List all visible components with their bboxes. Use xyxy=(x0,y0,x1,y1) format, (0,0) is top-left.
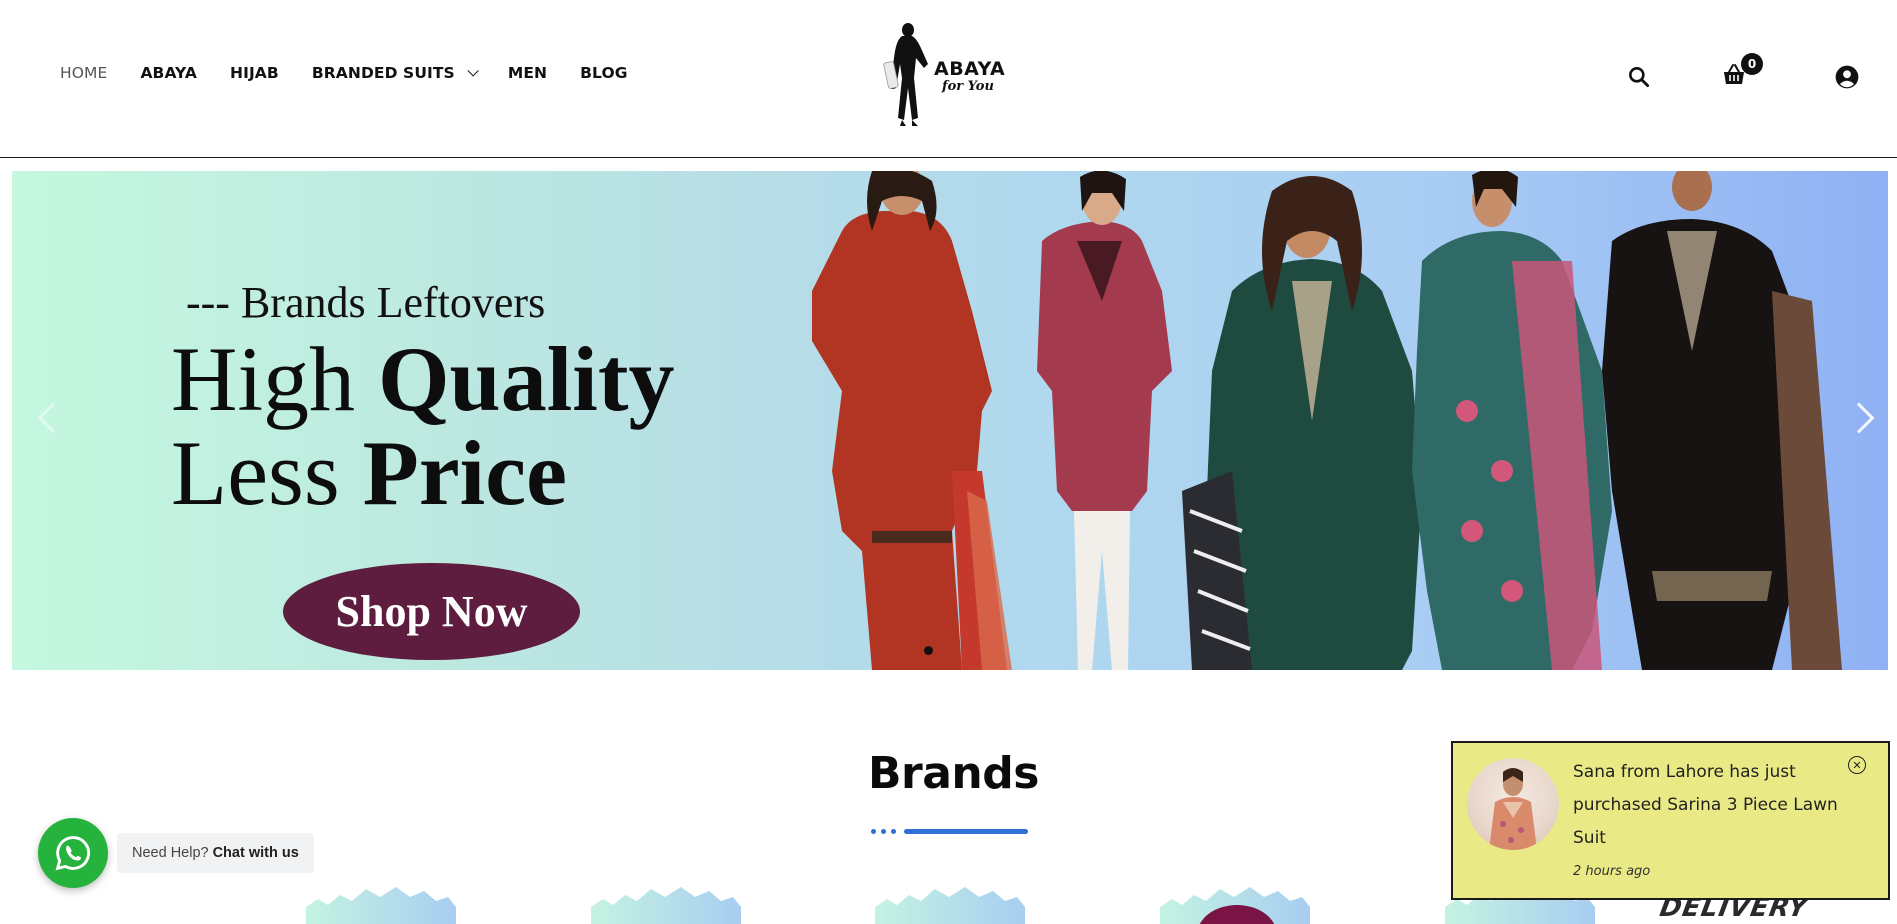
brand-badge[interactable] xyxy=(591,885,741,924)
nav-item-men[interactable]: MEN xyxy=(508,64,547,82)
brand-badge[interactable] xyxy=(1160,885,1310,924)
nav-item-branded-suits[interactable]: BRANDED SUITS xyxy=(311,64,479,82)
model-figure xyxy=(1602,171,1842,670)
chevron-down-icon xyxy=(467,65,479,77)
model-figure xyxy=(812,171,1012,670)
brand-badge[interactable] xyxy=(306,885,456,924)
nav-item-hijab[interactable]: HIJAB xyxy=(230,64,279,82)
chat-label: Chat with us xyxy=(212,845,299,861)
close-icon[interactable]: ✕ xyxy=(1848,756,1866,774)
user-circle-icon[interactable] xyxy=(1834,64,1860,90)
main-nav: HOME ABAYA HIJAB BRANDED SUITS MEN BLOG xyxy=(60,64,661,82)
logo-text: ABAYA xyxy=(934,58,1006,80)
brands-heading-divider xyxy=(871,829,1028,834)
brands-heading: Brands xyxy=(868,748,1039,799)
notification-message: Sana from Lahore has just purchased Sari… xyxy=(1573,762,1838,848)
hero-title-emphasis: Price xyxy=(362,422,567,524)
divider-bar xyxy=(904,829,1028,834)
nav-item-label: BRANDED SUITS xyxy=(311,64,455,82)
nav-item-label: BLOG xyxy=(580,64,628,82)
nav-item-label: ABAYA xyxy=(140,64,197,82)
whatsapp-button[interactable] xyxy=(38,818,108,888)
nav-item-home[interactable]: HOME xyxy=(60,64,107,82)
slider-dot[interactable] xyxy=(924,646,933,655)
divider-dot xyxy=(891,829,896,834)
whatsapp-icon xyxy=(55,836,90,871)
model-figure xyxy=(1037,171,1172,670)
chat-with-us-link[interactable]: Need Help? Chat with us xyxy=(117,833,314,873)
nav-item-label: HOME xyxy=(60,64,108,82)
divider-dot xyxy=(881,829,886,834)
brand-badge[interactable] xyxy=(875,885,1025,924)
model-figure xyxy=(1412,171,1612,670)
nav-item-abaya[interactable]: ABAYA xyxy=(140,64,197,82)
nav-item-label: HIJAB xyxy=(230,64,279,82)
notification-time: 2 hours ago xyxy=(1573,864,1651,879)
shop-now-button[interactable]: Shop Now xyxy=(283,563,580,660)
hero-models-image xyxy=(812,171,1842,670)
hero-title-text: High xyxy=(171,328,378,430)
hero-subtitle: --- Brands Leftovers xyxy=(186,278,546,327)
hero-title-line2: Less Price xyxy=(171,427,567,519)
hero-slider: --- Brands Leftovers High Quality Less P… xyxy=(12,171,1888,670)
nav-item-label: MEN xyxy=(507,64,548,82)
product-model-image xyxy=(1489,768,1537,850)
hero-title-emphasis: Quality xyxy=(378,328,675,430)
search-icon[interactable] xyxy=(1626,64,1652,90)
slider-prev-arrow-icon[interactable] xyxy=(37,402,69,434)
nav-item-blog[interactable]: BLOG xyxy=(580,64,627,82)
hero-title-text: Less xyxy=(171,422,363,524)
divider-dot xyxy=(871,829,876,834)
site-header: HOME ABAYA HIJAB BRANDED SUITS MEN BLOG … xyxy=(0,0,1897,158)
logo-tagline: for You xyxy=(942,79,994,94)
cart-count-badge: 0 xyxy=(1741,53,1763,75)
model-figure xyxy=(1182,176,1422,670)
hero-title-line1: High Quality xyxy=(171,333,674,425)
recent-purchase-popup[interactable]: Sana from Lahore has just purchased Sari… xyxy=(1451,741,1890,900)
product-thumbnail xyxy=(1467,758,1559,850)
chat-prefix: Need Help? xyxy=(132,845,209,861)
